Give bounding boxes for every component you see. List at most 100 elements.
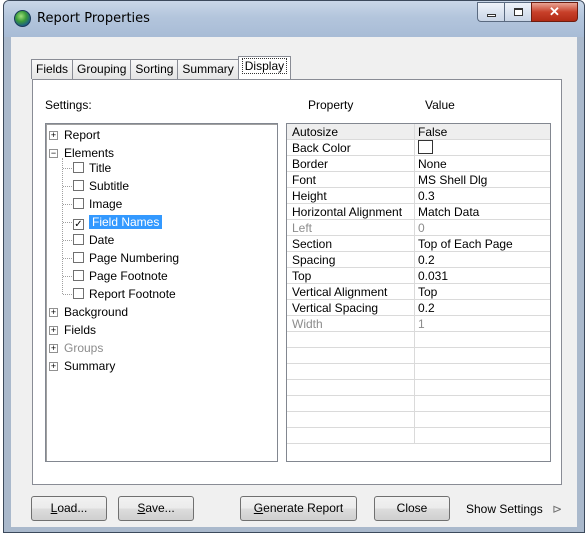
color-swatch[interactable]	[418, 140, 433, 154]
property-value[interactable]: False	[418, 124, 447, 140]
property-row[interactable]: Left 0	[287, 220, 550, 236]
column-divider	[414, 316, 415, 332]
property-name: Width	[292, 317, 323, 331]
tree-node-date[interactable]: Date	[73, 232, 114, 249]
checkbox[interactable]	[73, 198, 84, 209]
minimize-icon	[486, 14, 496, 17]
close-window-button[interactable]: ✕	[531, 2, 578, 22]
property-grid[interactable]: Autosize False Back Color Border None Font MS …	[286, 123, 551, 462]
property-value[interactable]: Match Data	[418, 204, 479, 220]
property-value[interactable]: Top	[418, 284, 437, 300]
tree-node-groups[interactable]: + Groups	[48, 340, 103, 357]
property-value[interactable]: 0.031	[418, 268, 448, 284]
tab-grouping[interactable]: Grouping	[72, 59, 132, 79]
expand-plus-icon[interactable]: +	[49, 344, 58, 353]
property-row[interactable]: Vertical Alignment Top	[287, 284, 550, 300]
close-button[interactable]: Close	[374, 496, 450, 521]
maximize-button[interactable]	[504, 2, 531, 22]
load-button[interactable]: Load...	[31, 496, 107, 521]
tree-node-report-footnote[interactable]: Report Footnote	[73, 286, 176, 303]
expand-plus-icon[interactable]: +	[49, 326, 58, 335]
tree-node-label: Background	[64, 305, 129, 319]
property-value[interactable]: 0.3	[418, 188, 435, 204]
show-settings-toggle[interactable]: Show Settings ⊳	[466, 502, 562, 516]
property-row[interactable]: Border None	[287, 156, 550, 172]
title-bar[interactable]: Report Properties ✕	[4, 1, 584, 37]
button-label: enerate Report	[263, 501, 344, 515]
expand-plus-icon[interactable]: +	[49, 308, 58, 317]
property-row[interactable]: Section Top of Each Page	[287, 236, 550, 252]
save-button[interactable]: Save...	[118, 496, 194, 521]
property-name: Horizontal Alignment	[292, 205, 403, 219]
tree-node-page-footnote[interactable]: Page Footnote	[73, 268, 168, 285]
collapse-minus-icon[interactable]: −	[49, 149, 58, 158]
property-row[interactable]	[287, 412, 550, 428]
column-divider	[414, 140, 415, 156]
property-row[interactable]: Horizontal Alignment Match Data	[287, 204, 550, 220]
property-row[interactable]	[287, 332, 550, 348]
tab-display[interactable]: Display	[237, 56, 292, 79]
tree-connector	[63, 258, 72, 259]
tab-label: Summary	[182, 62, 234, 76]
property-name: Border	[292, 157, 329, 171]
tab-sorting[interactable]: Sorting	[130, 59, 179, 79]
property-row[interactable]	[287, 348, 550, 364]
property-row[interactable]: Back Color	[287, 140, 550, 156]
mnemonic: G	[253, 501, 264, 515]
tree-connector	[63, 168, 72, 169]
tree-node-label: Groups	[64, 341, 104, 355]
property-value[interactable]: MS Shell Dlg	[418, 172, 487, 188]
property-row[interactable]	[287, 380, 550, 396]
property-value[interactable]: 0.2	[418, 300, 435, 316]
tab-summary[interactable]: Summary	[177, 59, 239, 79]
tree-node-report[interactable]: + Report	[48, 127, 100, 144]
property-value[interactable]: 1	[418, 316, 425, 332]
tree-node-field-names[interactable]: ✓ Field Names	[73, 214, 163, 231]
column-divider	[414, 348, 415, 364]
expand-plus-icon[interactable]: +	[49, 131, 58, 140]
checkbox-checked[interactable]: ✓	[73, 219, 84, 230]
tree-node-label: Date	[89, 233, 115, 247]
property-value[interactable]: 0	[418, 220, 425, 236]
checkbox[interactable]	[73, 162, 84, 173]
tree-node-background[interactable]: + Background	[48, 304, 128, 321]
property-row[interactable]: Top 0.031	[287, 268, 550, 284]
checkbox[interactable]	[73, 234, 84, 245]
property-row[interactable]: Height 0.3	[287, 188, 550, 204]
property-value[interactable]	[418, 140, 433, 156]
caption-buttons: ✕	[477, 2, 578, 22]
property-row[interactable]	[287, 428, 550, 444]
property-row[interactable]: Vertical Spacing 0.2	[287, 300, 550, 316]
tree-node-page-numbering[interactable]: Page Numbering	[73, 250, 179, 267]
generate-report-button[interactable]: Generate Report	[240, 496, 357, 521]
tab-fields[interactable]: Fields	[31, 59, 74, 79]
minimize-button[interactable]	[477, 2, 504, 22]
tree-connector	[63, 204, 72, 205]
checkbox[interactable]	[73, 288, 84, 299]
property-value[interactable]: None	[418, 156, 447, 172]
tree-node-summary[interactable]: + Summary	[48, 358, 115, 375]
tab-label: Sorting	[135, 62, 174, 76]
tab-label: Grouping	[77, 62, 127, 76]
expand-plus-icon[interactable]: +	[49, 362, 58, 371]
property-row[interactable]: Spacing 0.2	[287, 252, 550, 268]
property-row[interactable]: Font MS Shell Dlg	[287, 172, 550, 188]
property-row[interactable]: Autosize False	[287, 124, 550, 140]
property-value[interactable]: 0.2	[418, 252, 435, 268]
tree-node-fields[interactable]: + Fields	[48, 322, 96, 339]
checkbox[interactable]	[73, 270, 84, 281]
settings-tree[interactable]: + Report − Elements Title Subtitle Image	[45, 123, 278, 462]
tree-node-label: Page Footnote	[89, 269, 168, 283]
checkbox[interactable]	[73, 180, 84, 191]
checkbox[interactable]	[73, 252, 84, 263]
tab-label: Fields	[36, 62, 69, 76]
tree-node-title[interactable]: Title	[73, 160, 111, 177]
property-row[interactable]: Width 1	[287, 316, 550, 332]
column-divider	[414, 412, 415, 428]
tree-node-image[interactable]: Image	[73, 196, 122, 213]
property-row[interactable]	[287, 364, 550, 380]
tree-node-subtitle[interactable]: Subtitle	[73, 178, 129, 195]
property-row[interactable]	[287, 396, 550, 412]
column-divider	[414, 380, 415, 396]
property-value[interactable]: Top of Each Page	[418, 236, 513, 252]
